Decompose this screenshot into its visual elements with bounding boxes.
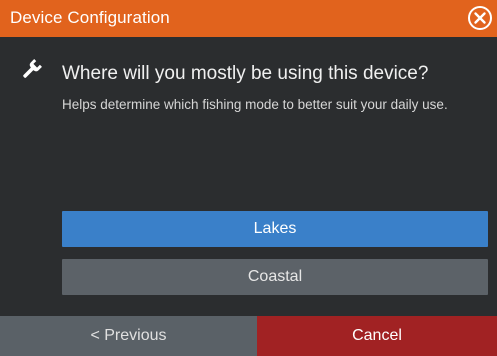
dialog-titlebar: Device Configuration <box>0 0 497 37</box>
help-text: Helps determine which fishing mode to be… <box>62 97 448 112</box>
dialog-footer: < Previous Cancel <box>0 316 497 356</box>
option-coastal[interactable]: Coastal <box>62 259 488 295</box>
previous-button[interactable]: < Previous <box>0 316 257 356</box>
dialog-body: Where will you mostly be using this devi… <box>0 37 497 316</box>
dialog-title: Device Configuration <box>10 8 170 27</box>
setup-question: Where will you mostly be using this devi… <box>62 63 429 84</box>
cancel-button[interactable]: Cancel <box>257 316 497 356</box>
close-icon[interactable] <box>467 5 493 31</box>
wrench-icon <box>20 59 42 81</box>
option-lakes[interactable]: Lakes <box>62 211 488 247</box>
